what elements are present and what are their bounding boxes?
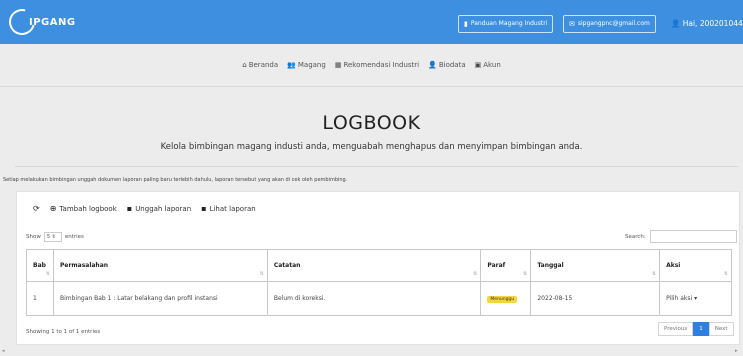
brand-logo-icon [4,4,40,40]
upload-report-button[interactable]: ▪ Unggah laporan [127,204,191,213]
envelope-icon: ✉ [569,20,575,28]
id-card-icon: ▣ [474,61,482,69]
nav-item-beranda[interactable]: ⌂ Beranda [242,61,278,69]
guide-button[interactable]: ▮ Panduan Magang Industri [458,15,554,33]
cell-catatan: Belum di koreksi. [266,281,482,316]
brand-name: IPGANG [29,16,76,28]
search-label: Search: [625,233,646,240]
nav-item-biodata[interactable]: 👤 Biodata [428,61,466,69]
column-label: Permasalahan [59,262,109,269]
users-icon: 👥 [287,61,296,69]
search-input[interactable] [649,230,737,243]
table-row: 1 Bimbingan Bab 1 : Latar belakang dan p… [26,281,732,316]
column-header-tanggal[interactable]: Tanggal ⇅ [530,249,661,282]
user-menu[interactable]: 👤 Hai, 200201044 ▾ [671,15,743,33]
column-header-bab[interactable]: Bab ⇅ [26,249,54,282]
upload-notice: Setiap melakukan bimbingan unggah dokume… [3,177,348,183]
nav-item-rekomendasi[interactable]: ▦ Rekomendasi Industri [335,61,419,69]
file-icon: ▪ [126,204,133,213]
column-header-paraf[interactable]: Paraf ⇅ [480,249,532,282]
status-badge: Menunggu [487,296,518,303]
entries-label: entries [64,234,84,240]
brand[interactable]: IPGANG [4,4,76,40]
sort-icon: ⇅ [651,271,657,277]
page-length-control: Show 5 ⇕ entries [26,232,84,242]
nav-item-label: Akun [483,61,501,69]
logbook-table: Bab ⇅ Permasalahan ⇅ Catatan ⇅ Paraf ⇅ Tangg… [26,249,732,316]
pagination: Previous 1 Next [658,322,734,336]
previous-page-button[interactable]: Previous [658,322,694,336]
nav-item-label: Rekomendasi Industri [343,61,420,69]
nav-item-label: Beranda [248,61,279,69]
cell-bab: 1 [26,281,54,316]
cell-permasalahan: Bimbingan Bab 1 : Latar belakang dan pro… [52,281,268,316]
page-subtitle: Kelola bimbingan magang industi anda, me… [160,142,583,152]
user-icon: 👤 [671,19,681,28]
divider [15,166,738,167]
search-control: Search: [625,230,737,243]
scroll-right-arrow-icon[interactable]: ▸ [735,348,738,354]
action-dropdown[interactable]: Pilih aksi ▾ [666,295,697,302]
email-button-label: sipgangpnc@gmail.com [577,20,650,27]
column-header-permasalahan[interactable]: Permasalahan ⇅ [52,249,268,282]
sort-icon: ⇅ [523,271,528,277]
building-icon: ▦ [334,61,342,69]
user-greeting: Hai, 200201044 [682,19,743,28]
cell-aksi: Pilih aksi ▾ [659,281,732,316]
column-label: Aksi [666,262,681,269]
plus-circle-icon: ⊕ [49,204,57,213]
top-bar: IPGANG ▮ Panduan Magang Industri ✉ sipga… [0,0,743,44]
next-page-button[interactable]: Next [708,322,734,336]
cell-tanggal: 2022-08-15 [530,281,661,316]
sort-icon: ⇅ [45,271,50,277]
guide-button-label: Panduan Magang Industri [470,20,548,27]
show-label: Show [26,234,41,240]
email-button[interactable]: ✉ sipgangpnc@gmail.com [563,15,656,33]
page-length-value: 5 [46,234,51,240]
page-title: LOGBOOK [322,112,421,134]
column-label: Bab [33,262,46,269]
add-logbook-label: Tambah logbook [59,204,117,213]
column-header-aksi[interactable]: Aksi ⇅ [659,249,732,282]
column-label: Paraf [487,262,506,269]
user-icon: 👤 [428,61,437,69]
view-report-button[interactable]: ▪ Lihat laporan [201,204,256,213]
upload-report-label: Unggah laporan [135,204,192,213]
page-length-select[interactable]: 5 ⇕ [43,232,62,242]
nav-item-label: Biodata [438,61,466,69]
table-info: Showing 1 to 1 of 1 entries [26,329,101,335]
column-header-catatan[interactable]: Catatan ⇅ [266,249,482,282]
column-label: Tanggal [537,262,564,269]
logbook-toolbar: ⟳ ⊕ Tambah logbook ▪ Unggah laporan ▪ Li… [33,204,256,213]
refresh-icon[interactable]: ⟳ [33,204,40,213]
sort-icon: ⇅ [473,271,478,277]
column-label: Catatan [273,262,301,269]
file-icon: ▪ [201,204,207,213]
sort-icon: ⇅ [259,271,264,277]
sort-icon: ⇅ [723,271,728,277]
scroll-left-arrow-icon[interactable]: ◂ [2,348,5,354]
view-report-label: Lihat laporan [209,204,256,213]
cell-paraf: Menunggu [480,281,532,316]
add-logbook-button[interactable]: ⊕ Tambah logbook [50,204,117,213]
nav-item-akun[interactable]: ▣ Akun [475,61,501,69]
page-1-button[interactable]: 1 [693,322,709,336]
main-nav: ⌂ Beranda 👥 Magang ▦ Rekomendasi Industr… [0,44,743,87]
home-icon: ⌂ [242,61,247,69]
nav-item-magang[interactable]: 👥 Magang [287,61,326,69]
nav-item-label: Magang [297,61,326,69]
book-icon: ▮ [464,20,468,28]
logbook-card: ⟳ ⊕ Tambah logbook ▪ Unggah laporan ▪ Li… [16,191,740,345]
table-header-row: Bab ⇅ Permasalahan ⇅ Catatan ⇅ Paraf ⇅ Tangg… [26,249,732,282]
